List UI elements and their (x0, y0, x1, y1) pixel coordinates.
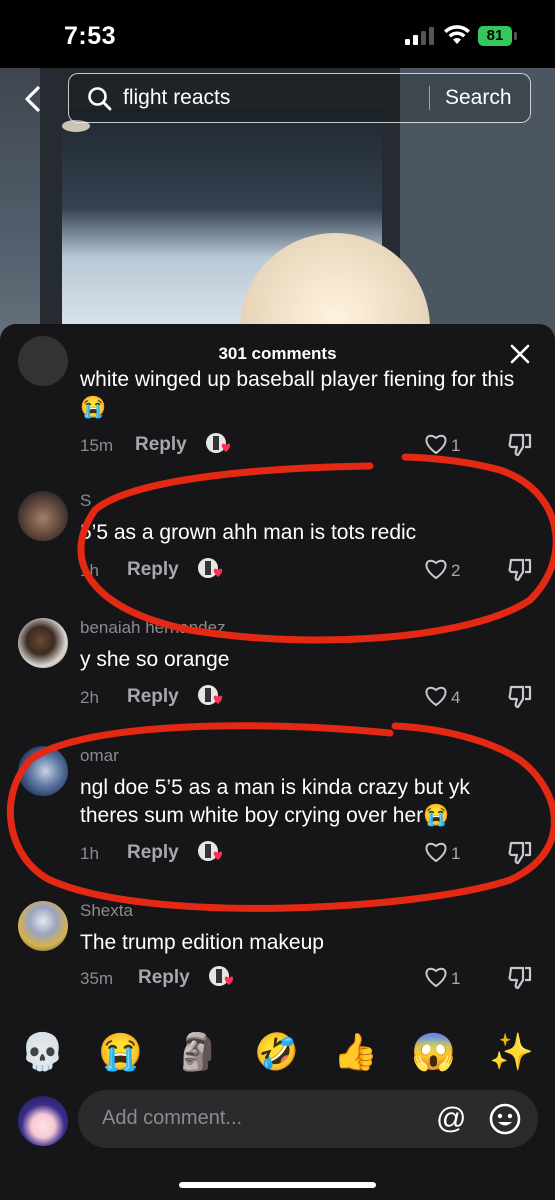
like-count: 2 (451, 561, 461, 580)
comment-text: 5’5 as a grown ahh man is tots redic (80, 521, 417, 544)
dislike-icon[interactable] (507, 965, 533, 991)
user-avatar[interactable] (18, 1096, 68, 1146)
comment-item: S 5’5 as a grown ahh man is tots redic 1… (0, 489, 555, 589)
heart-icon[interactable] (424, 558, 448, 580)
reply-button[interactable]: Reply (127, 559, 179, 581)
creator-sticker-icon (206, 433, 231, 453)
home-indicator (179, 1182, 376, 1188)
search-query[interactable]: flight reacts (123, 86, 230, 110)
wifi-icon (444, 25, 470, 44)
emoji-picker-icon[interactable] (488, 1102, 522, 1136)
emoji-skull[interactable]: 💀 (20, 1030, 65, 1074)
reply-button[interactable]: Reply (135, 434, 187, 456)
battery-indicator: 81 (478, 26, 512, 46)
mention-button[interactable]: @ (436, 1102, 466, 1136)
comment-item: Shexta The trump edition makeup 35m Repl… (0, 899, 555, 999)
like-count: 1 (451, 844, 461, 863)
comment-time: 1h (80, 844, 99, 863)
heart-icon[interactable] (424, 433, 448, 455)
search-button[interactable]: Search (445, 86, 512, 110)
dislike-icon[interactable] (507, 557, 533, 583)
reply-button[interactable]: Reply (127, 842, 179, 864)
heart-icon[interactable] (424, 685, 448, 707)
comment-time: 2h (80, 688, 99, 707)
commenter-avatar[interactable] (18, 491, 68, 541)
comment-text: white winged up baseball player fiening … (80, 368, 515, 419)
heart-icon[interactable] (424, 966, 448, 988)
battery-tip (514, 32, 517, 40)
search-divider (429, 86, 430, 110)
status-time: 7:53 (64, 22, 117, 50)
commenter-username[interactable]: S (80, 491, 91, 511)
commenter-avatar[interactable] (18, 901, 68, 951)
comment-input[interactable]: Add comment... @ (78, 1090, 538, 1148)
quick-emoji-bar: 💀 😭 🗿 🤣 👍 😱 ✨ (0, 1030, 555, 1074)
commenter-avatar[interactable] (18, 336, 68, 386)
emoji-crying[interactable]: 😭 (98, 1030, 143, 1074)
dislike-icon[interactable] (507, 432, 533, 458)
comment-item: omar ngl doe 5’5 as a man is kinda crazy… (0, 744, 555, 874)
commenter-username[interactable]: omar (80, 746, 119, 766)
emoji-rofl[interactable]: 🤣 (254, 1030, 299, 1074)
comment-item: white winged up baseball player fiening … (0, 336, 555, 459)
comment-time: 35m (80, 969, 114, 988)
creator-sticker-icon (198, 558, 223, 578)
creator-sticker-icon (209, 966, 234, 986)
comment-input-placeholder[interactable]: Add comment... (102, 1107, 242, 1130)
comment-time: 1h (80, 561, 99, 580)
comment-text: The trump edition makeup (80, 931, 324, 954)
search-icon (88, 87, 112, 111)
comment-time: 15m (80, 436, 114, 455)
reply-button[interactable]: Reply (127, 686, 179, 708)
creator-sticker-icon (198, 841, 223, 861)
emoji-thumbs-up[interactable]: 👍 (333, 1030, 378, 1074)
commenter-avatar[interactable] (18, 618, 68, 668)
comments-count-title: 301 comments (218, 344, 337, 363)
like-count: 4 (451, 688, 461, 707)
like-count: 1 (451, 436, 461, 455)
creator-sticker-icon (198, 685, 223, 705)
dislike-icon[interactable] (507, 840, 533, 866)
reply-button[interactable]: Reply (138, 967, 190, 989)
commenter-avatar[interactable] (18, 746, 68, 796)
status-bar: 7:53 81 (0, 0, 555, 68)
emoji-scream[interactable]: 😱 (411, 1030, 456, 1074)
emoji-moai[interactable]: 🗿 (175, 1030, 220, 1074)
comment-text: y she so orange (80, 648, 230, 671)
cellular-signal-icon (405, 27, 435, 45)
close-icon[interactable] (510, 344, 530, 364)
dislike-icon[interactable] (507, 684, 533, 710)
comment-text: ngl doe 5’5 as a man is kinda crazy but … (80, 776, 470, 827)
like-count: 1 (451, 969, 461, 988)
comment-item: benaiah hernandez y she so orange 2h Rep… (0, 616, 555, 716)
search-bar[interactable]: flight reacts Search (68, 73, 531, 123)
commenter-username[interactable]: Shexta (80, 901, 133, 921)
heart-icon[interactable] (424, 841, 448, 863)
commenter-username[interactable]: benaiah hernandez (80, 618, 226, 638)
emoji-sparkles[interactable]: ✨ (489, 1030, 534, 1074)
back-chevron-icon[interactable] (18, 84, 48, 114)
